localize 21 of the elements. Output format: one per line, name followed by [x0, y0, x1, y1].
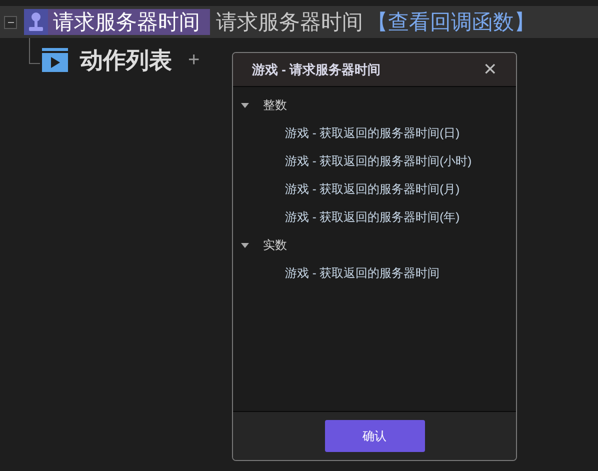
list-item[interactable]: 游戏 - 获取返回的服务器时间 — [285, 264, 440, 282]
collapse-arrow-icon[interactable] — [241, 101, 249, 109]
play-list-icon — [42, 48, 68, 72]
list-item[interactable]: 游戏 - 获取返回的服务器时间(小时) — [285, 152, 472, 170]
joystick-icon — [24, 9, 48, 35]
tree-connector-line — [29, 38, 40, 64]
dialog-title: 游戏 - 请求服务器时间 — [252, 60, 381, 79]
add-button[interactable]: + — [188, 50, 200, 70]
group-label[interactable]: 整数 — [263, 96, 287, 114]
action-list-label: 动作列表 — [80, 48, 172, 72]
confirm-button[interactable]: 确认 — [324, 420, 424, 452]
event-title[interactable]: 请求服务器时间 — [24, 9, 210, 35]
close-button[interactable]: ✕ — [483, 61, 497, 78]
group-label[interactable]: 实数 — [263, 236, 287, 254]
list-item[interactable]: 游戏 - 获取返回的服务器时间(年) — [285, 208, 460, 226]
callback-link[interactable]: 【查看回调函数】 — [367, 12, 535, 32]
event-description: 请求服务器时间 — [216, 12, 363, 32]
collapse-arrow-icon[interactable] — [241, 241, 249, 249]
list-item[interactable]: 游戏 - 获取返回的服务器时间(月) — [285, 180, 460, 198]
list-item[interactable]: 游戏 - 获取返回的服务器时间(日) — [285, 124, 460, 142]
collapse-toggle[interactable] — [4, 16, 17, 28]
